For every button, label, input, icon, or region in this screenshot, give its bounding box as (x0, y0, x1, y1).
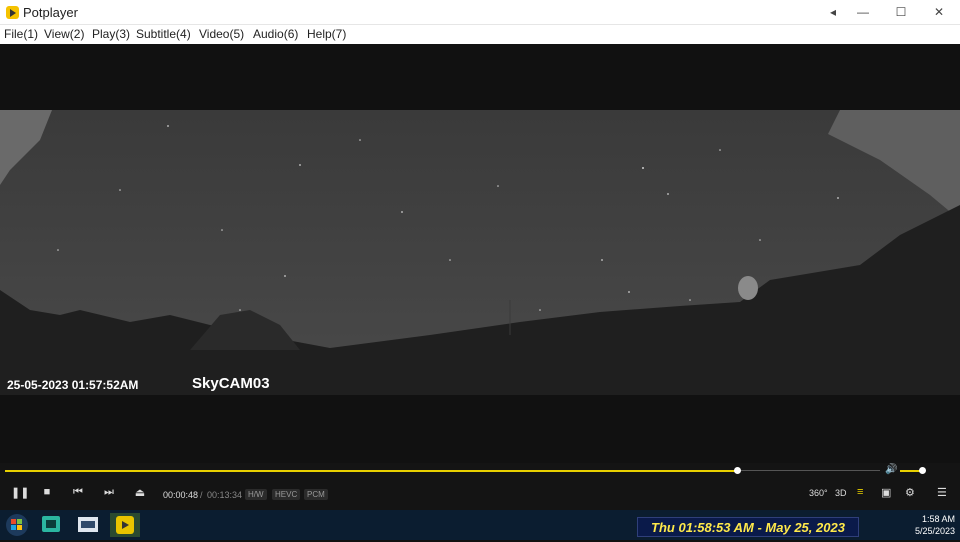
gear-icon[interactable]: ⚙ (905, 486, 915, 499)
menu-audio[interactable]: Audio(6) (253, 27, 298, 41)
taskbar-app-2[interactable] (75, 513, 101, 537)
chevron-left-icon[interactable]: ◂ (816, 0, 850, 25)
minimize-icon[interactable]: — (846, 0, 880, 25)
total-time: 00:13:34 (207, 490, 243, 500)
menu-play[interactable]: Play(3) (92, 27, 130, 41)
clock-banner: Thu 01:58:53 AM - May 25, 2023 (637, 517, 859, 537)
system-clock[interactable]: 1:58 AM 5/25/2023 (900, 513, 955, 537)
volume-icon[interactable]: 🔊 (885, 464, 897, 475)
menu-icon[interactable]: ☰ (937, 486, 947, 499)
osd-timestamp: 25-05-2023 01:57:52AM (7, 378, 139, 392)
time-separator: / (200, 490, 203, 500)
osd-camera-name: SkyCAM03 (192, 375, 270, 392)
vr-360-button[interactable]: 360° (809, 488, 828, 498)
menu-video[interactable]: Video(5) (199, 27, 244, 41)
menu-help[interactable]: Help(7) (307, 27, 346, 41)
potplayer-taskbar-icon (116, 516, 134, 534)
screen-icon[interactable]: ▣ (881, 486, 891, 499)
film-icon (78, 517, 98, 532)
playlist-search-icon[interactable]: ≡ (857, 486, 863, 498)
taskbar: Thu 01:58:53 AM - May 25, 2023 1:58 AM 5… (0, 510, 960, 540)
current-time: 00:00:48 (163, 490, 199, 500)
window-title: Potplayer (23, 5, 78, 20)
seek-handle[interactable] (734, 467, 742, 474)
taskbar-app-potplayer[interactable] (110, 513, 140, 537)
stop-icon[interactable]: ■ (42, 486, 52, 498)
hw-badge[interactable]: H/W (245, 489, 267, 500)
audio-codec-badge[interactable]: PCM (304, 489, 328, 500)
previous-icon[interactable]: ⏮ (71, 486, 85, 499)
night-sky-image (0, 110, 960, 395)
eject-icon[interactable]: ⏏ (133, 486, 147, 499)
potplayer-icon[interactable] (6, 6, 19, 19)
windows-icon (6, 514, 28, 536)
seek-bar-area: 🔊 (0, 463, 960, 479)
video-frame (0, 110, 960, 395)
codec-badge[interactable]: HEVC (272, 489, 301, 500)
stereo-3d-button[interactable]: 3D (835, 488, 847, 498)
maximize-icon[interactable]: ☐ (884, 0, 918, 25)
app-window-icon (42, 516, 60, 532)
next-icon[interactable]: ⏭ (102, 486, 116, 499)
title-bar: Potplayer ◂ — ☐ ✕ (0, 0, 960, 25)
start-button[interactable] (3, 513, 31, 537)
menu-view[interactable]: View(2) (44, 27, 84, 41)
pause-icon[interactable]: ❚❚ (11, 486, 29, 499)
seek-progress (5, 470, 738, 472)
system-date: 5/25/2023 (914, 526, 955, 536)
close-icon[interactable]: ✕ (922, 0, 956, 25)
menu-subtitle[interactable]: Subtitle(4) (136, 27, 191, 41)
video-area[interactable]: 25-05-2023 01:57:52AM SkyCAM03 (0, 44, 960, 463)
menu-file[interactable]: File(1) (4, 27, 38, 41)
volume-handle[interactable] (918, 467, 926, 474)
menu-bar: File(1) View(2) Play(3) Subtitle(4) Vide… (0, 25, 960, 44)
taskbar-app-1[interactable] (38, 513, 64, 537)
control-bar: ❚❚ ■ ⏮ ⏭ ⏏ 00:00:48 / 00:13:34 H/W HEVC … (0, 479, 960, 510)
system-time: 1:58 AM (921, 514, 955, 524)
